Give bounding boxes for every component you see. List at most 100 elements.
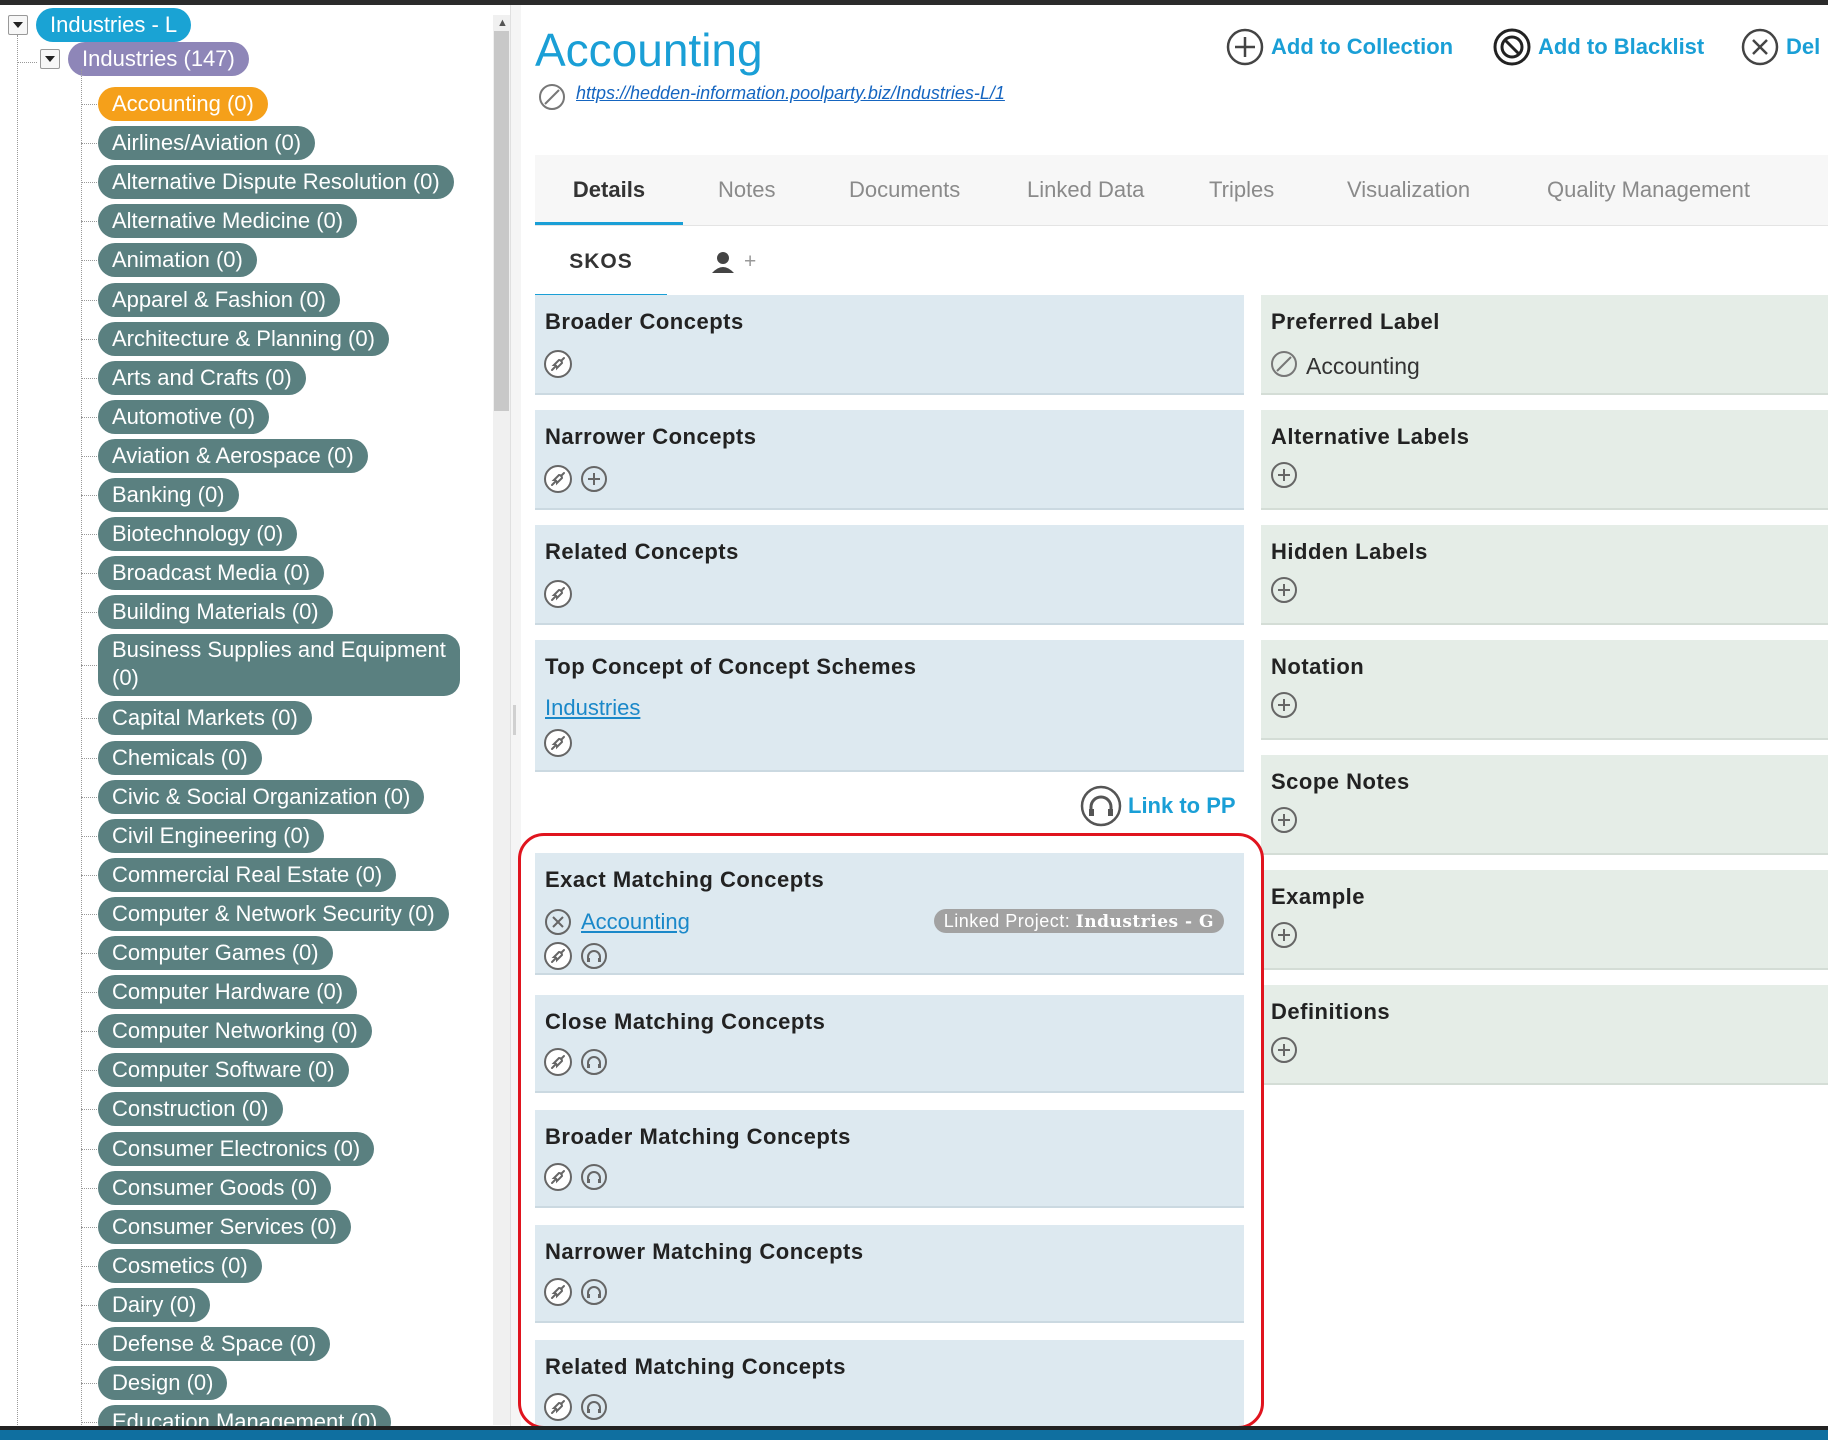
preferred-label-title: Preferred Label <box>1271 309 1440 334</box>
tree-item[interactable]: Chemicals (0) <box>98 740 262 775</box>
scrollbar-thumb[interactable] <box>494 31 509 411</box>
broader-concepts-title: Broader Concepts <box>545 309 744 334</box>
link-icon[interactable] <box>543 349 573 379</box>
tree-item[interactable]: Accounting (0) <box>98 87 268 121</box>
tree-item[interactable]: Consumer Goods (0) <box>98 1170 332 1205</box>
bottom-status-bar <box>0 1430 1828 1440</box>
headset-icon <box>1080 785 1122 827</box>
definitions-panel: Definitions <box>1261 985 1828 1085</box>
concept-uri-link[interactable]: https://hedden-information.poolparty.biz… <box>576 83 1005 104</box>
tree-item[interactable]: Airlines/Aviation (0) <box>98 126 316 161</box>
link-to-pp-button[interactable]: Link to PP <box>1080 785 1236 827</box>
tree-scrollbar[interactable]: ▲ <box>493 15 510 1425</box>
tree-line <box>81 913 97 915</box>
subtab-add-custom-scheme[interactable]: + <box>710 227 756 297</box>
tree-item[interactable]: Dairy (0) <box>98 1287 211 1322</box>
tab-documents[interactable]: Documents <box>849 155 960 225</box>
add-icon[interactable] <box>1269 460 1299 490</box>
tree-item[interactable]: Automotive (0) <box>98 399 270 434</box>
tree-item[interactable]: Consumer Services (0) <box>98 1209 351 1244</box>
top-concept-title: Top Concept of Concept Schemes <box>545 654 917 679</box>
tree-item[interactable]: Business Supplies and Equipment (0) <box>98 634 460 697</box>
tree-item[interactable]: Animation (0) <box>98 243 257 278</box>
user-icon <box>712 252 734 273</box>
add-icon[interactable] <box>1269 1035 1299 1065</box>
tree-item[interactable]: Architecture & Planning (0) <box>98 321 389 356</box>
add-icon[interactable] <box>1269 690 1299 720</box>
tree-line <box>81 182 97 184</box>
add-to-blacklist-button[interactable]: Add to Blacklist <box>1492 27 1704 67</box>
hidden-labels-title: Hidden Labels <box>1271 539 1428 564</box>
tree-item[interactable]: Computer & Network Security (0) <box>98 896 449 931</box>
tree-root-node[interactable]: Industries - L <box>36 8 192 42</box>
tree-item[interactable]: Alternative Medicine (0) <box>98 204 358 239</box>
tree-line <box>81 1148 97 1150</box>
add-icon[interactable] <box>579 464 609 494</box>
top-concept-panel: Top Concept of Concept Schemes Industrie… <box>535 640 1244 772</box>
tree-line <box>81 1265 97 1267</box>
tree-item[interactable]: Consumer Electronics (0) <box>98 1131 375 1166</box>
industries-scheme-link[interactable]: Industries <box>545 695 640 721</box>
subtab-skos[interactable]: SKOS <box>535 227 667 297</box>
root-collapse-toggle[interactable] <box>8 15 28 35</box>
tab-visualization[interactable]: Visualization <box>1347 155 1470 225</box>
tree-line <box>81 455 97 457</box>
skos-subtab-bar: SKOS + <box>535 227 1828 297</box>
tree-item[interactable]: Computer Hardware (0) <box>98 975 358 1010</box>
tab-details[interactable]: Details <box>535 155 683 225</box>
tree-item[interactable]: Construction (0) <box>98 1092 283 1127</box>
details-tab-bar: Details Notes Documents Linked Data Trip… <box>535 155 1828 226</box>
tree-item[interactable]: Education Management (0) <box>98 1405 392 1426</box>
preferred-label-value[interactable]: Accounting <box>1306 353 1420 380</box>
add-to-blacklist-label: Add to Blacklist <box>1538 34 1705 59</box>
tree-item[interactable]: Computer Software (0) <box>98 1053 349 1088</box>
delete-button[interactable]: Del <box>1740 27 1820 67</box>
tree-item[interactable]: Civil Engineering (0) <box>98 818 325 853</box>
add-icon[interactable] <box>1269 575 1299 605</box>
close-circle-icon <box>1741 28 1779 66</box>
edit-disabled-icon[interactable] <box>538 83 566 116</box>
add-icon[interactable] <box>1269 805 1299 835</box>
tree-line <box>81 1109 97 1111</box>
tree-item[interactable]: Design (0) <box>98 1366 228 1401</box>
tab-linked-data[interactable]: Linked Data <box>1027 155 1144 225</box>
related-concepts-panel: Related Concepts <box>535 525 1244 625</box>
broader-concepts-panel: Broader Concepts <box>535 295 1244 395</box>
plus-circle-icon <box>1226 28 1264 66</box>
tree-item[interactable]: Alternative Dispute Resolution (0) <box>98 165 454 200</box>
notation-title: Notation <box>1271 654 1365 679</box>
tree-scheme-node[interactable]: Industries (147) <box>68 42 249 76</box>
tab-notes[interactable]: Notes <box>718 155 775 225</box>
tree-item[interactable]: Civic & Social Organization (0) <box>98 779 425 814</box>
add-to-collection-button[interactable]: Add to Collection <box>1225 27 1453 67</box>
tree-item[interactable]: Building Materials (0) <box>98 595 333 630</box>
tree-item[interactable]: Computer Networking (0) <box>98 1014 372 1049</box>
edit-disabled-icon[interactable] <box>1269 349 1299 379</box>
tab-quality-management[interactable]: Quality Management <box>1547 155 1750 225</box>
link-icon[interactable] <box>543 579 573 609</box>
splitter-grip[interactable] <box>513 705 516 735</box>
link-icon[interactable] <box>543 464 573 494</box>
tree-line <box>81 1226 97 1228</box>
tree-item[interactable]: Commercial Real Estate (0) <box>98 857 397 892</box>
tree-item[interactable]: Banking (0) <box>98 478 239 512</box>
tree-item[interactable]: Broadcast Media (0) <box>98 556 325 591</box>
tree-item[interactable]: Aviation & Aerospace (0) <box>98 438 368 473</box>
tree-item[interactable]: Arts and Crafts (0) <box>98 360 306 395</box>
tree-line <box>17 35 18 1426</box>
tree-line <box>81 377 97 379</box>
scheme-collapse-toggle[interactable] <box>40 49 60 69</box>
tree-item[interactable]: Defense & Space (0) <box>98 1327 331 1361</box>
tree-item[interactable]: Apparel & Fashion (0) <box>98 282 340 317</box>
add-icon[interactable] <box>1269 920 1299 950</box>
link-icon[interactable] <box>543 728 573 758</box>
tree-item[interactable]: Computer Games (0) <box>98 936 333 970</box>
tree-item[interactable]: Cosmetics (0) <box>98 1248 262 1283</box>
tab-triples[interactable]: Triples <box>1209 155 1274 225</box>
tree-line <box>81 416 97 418</box>
scroll-up-icon[interactable]: ▲ <box>497 17 508 29</box>
tree-line <box>81 796 97 798</box>
tree-item[interactable]: Biotechnology (0) <box>98 517 298 552</box>
alternative-labels-title: Alternative Labels <box>1271 424 1470 449</box>
tree-item[interactable]: Capital Markets (0) <box>98 701 312 736</box>
